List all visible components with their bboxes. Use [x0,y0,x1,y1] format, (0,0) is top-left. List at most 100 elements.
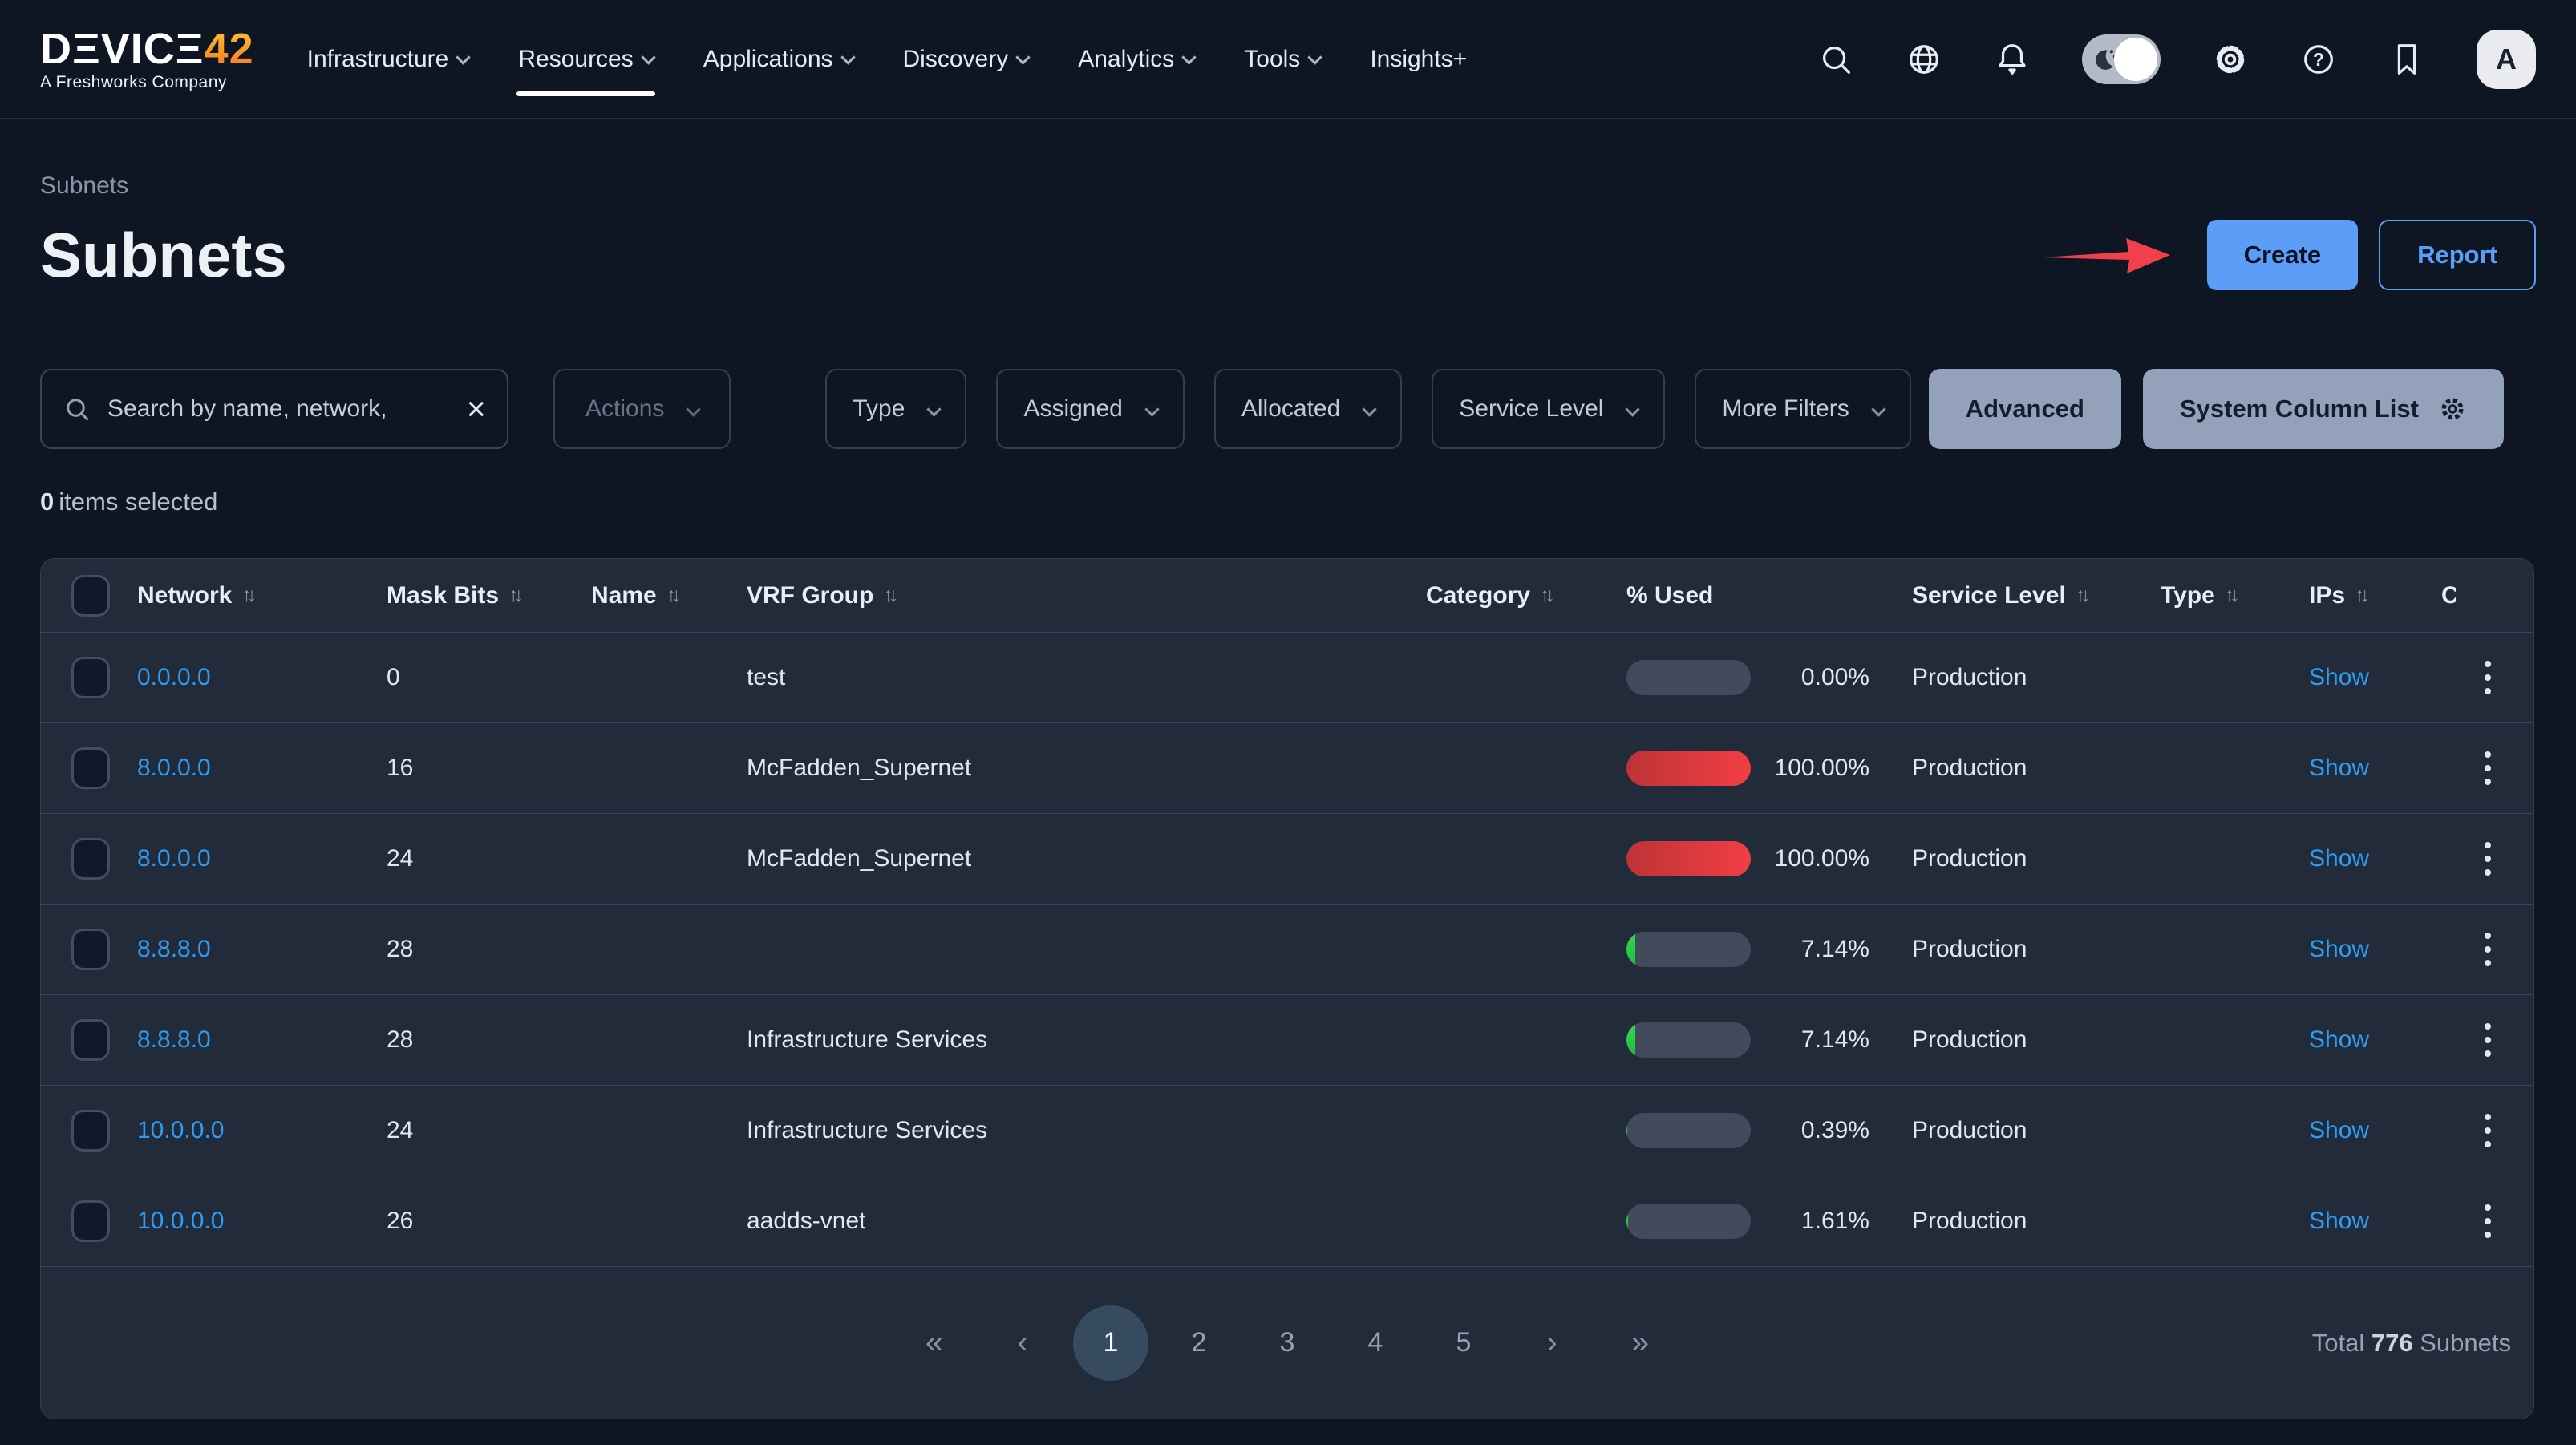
network-link[interactable]: 8.8.8.0 [137,936,387,963]
network-link[interactable]: 8.8.8.0 [137,1026,387,1054]
kebab-menu-icon[interactable] [2472,751,2504,785]
search-input[interactable]: Search by name, network, × [40,369,508,449]
nav-item-applications[interactable]: Applications [703,0,853,119]
advanced-button[interactable]: Advanced [1929,369,2121,449]
report-button[interactable]: Report [2379,220,2536,290]
selection-status: 0items selected [40,488,2536,516]
nav-item-discovery[interactable]: Discovery [903,0,1029,119]
column-header-name[interactable]: Name↑↓ [591,582,747,609]
kebab-dot [2485,1141,2491,1148]
percent-used-cell: 100.00% [1626,751,1912,786]
header-checkbox-cell [41,575,137,617]
percent-used-cell: 1.61% [1626,1204,1912,1239]
row-checkbox[interactable] [71,747,110,789]
filter-dropdown-assigned[interactable]: Assigned [996,369,1184,449]
column-header-mask-bits[interactable]: Mask Bits↑↓ [387,582,591,609]
page-button-3[interactable]: 3 [1250,1305,1325,1381]
ips-show-link[interactable]: Show [2309,936,2441,963]
mask-bits-cell: 26 [387,1208,591,1235]
row-menu-cell [2441,751,2533,785]
nav-item-resources[interactable]: Resources [518,0,653,119]
gear-icon[interactable] [2212,41,2249,78]
help-icon[interactable]: ? [2300,41,2337,78]
previous-page-button[interactable]: ‹ [985,1305,1060,1381]
next-page-button[interactable]: › [1514,1305,1590,1381]
percent-used-value: 1.61% [1751,1208,1869,1235]
topbar-icons: ? A [1817,30,2536,89]
percent-used-cell: 0.39% [1626,1113,1912,1148]
filter-dropdown-allocated[interactable]: Allocated [1214,369,1402,449]
row-checkbox[interactable] [71,929,110,970]
search-icon[interactable] [1817,41,1854,78]
network-link[interactable]: 8.0.0.0 [137,845,387,872]
breadcrumb[interactable]: Subnets [40,172,128,200]
bookmark-icon[interactable] [2388,41,2425,78]
filter-dropdown-more-filters[interactable]: More Filters [1695,369,1910,449]
page-button-4[interactable]: 4 [1338,1305,1413,1381]
filter-dropdown-service-level[interactable]: Service Level [1432,369,1665,449]
network-link[interactable]: 10.0.0.0 [137,1208,387,1235]
nav-item-infrastructure[interactable]: Infrastructure [307,0,469,119]
kebab-menu-icon[interactable] [2472,842,2504,876]
column-header-label: VRF Group [747,582,873,609]
nav-item-insights-[interactable]: Insights+ [1370,0,1467,119]
kebab-menu-icon[interactable] [2472,1114,2504,1148]
sort-icon: ↑↓ [666,584,682,607]
kebab-menu-icon[interactable] [2472,661,2504,694]
clear-search-icon[interactable]: × [456,392,486,426]
row-checkbox[interactable] [71,1200,110,1242]
actions-dropdown[interactable]: Actions [553,369,731,449]
service-level-cell: Production [1912,1208,2161,1235]
network-link[interactable]: 10.0.0.0 [137,1117,387,1144]
ips-show-link[interactable]: Show [2309,664,2441,691]
ips-show-link[interactable]: Show [2309,1026,2441,1054]
column-header-category[interactable]: Category↑↓ [1426,582,1626,609]
create-button[interactable]: Create [2207,220,2359,290]
page-content: Subnets Subnets Create Report Search by … [0,172,2576,1419]
kebab-dot [2485,1023,2491,1030]
kebab-dot [2485,933,2491,939]
select-all-checkbox[interactable] [71,575,110,617]
row-checkbox[interactable] [71,838,110,880]
column-header-network[interactable]: Network↑↓ [137,582,387,609]
row-checkbox-cell [41,657,137,698]
network-link[interactable]: 8.0.0.0 [137,755,387,782]
first-page-button[interactable]: « [897,1305,972,1381]
total-count: Total 776 Subnets [2312,1329,2533,1358]
column-header-vrf-group[interactable]: VRF Group↑↓ [747,582,1426,609]
row-checkbox[interactable] [71,1019,110,1061]
device42-logo[interactable]: DΞVICΞ42 A Freshworks Company [40,26,254,92]
nav-item-tools[interactable]: Tools [1244,0,1320,119]
filter-bar: Search by name, network, × Actions Type A… [40,369,2536,449]
nav-item-analytics[interactable]: Analytics [1078,0,1194,119]
kebab-menu-icon[interactable] [2472,1023,2504,1057]
ips-show-link[interactable]: Show [2309,1117,2441,1144]
percent-used-value: 100.00% [1751,845,1869,872]
filter-dropdown-label: Service Level [1459,395,1603,423]
row-checkbox[interactable] [71,657,110,698]
ips-show-link[interactable]: Show [2309,755,2441,782]
user-avatar[interactable]: A [2477,30,2536,89]
filter-dropdown-label: Allocated [1241,395,1340,423]
ips-show-link[interactable]: Show [2309,1208,2441,1235]
page-button-5[interactable]: 5 [1426,1305,1501,1381]
column-header-type[interactable]: Type↑↓ [2161,582,2309,609]
nav-item-label: Analytics [1078,46,1174,73]
last-page-button[interactable]: » [1602,1305,1678,1381]
row-checkbox[interactable] [71,1110,110,1152]
bell-icon[interactable] [1994,41,2031,78]
filter-dropdown-type[interactable]: Type [825,369,966,449]
filter-dropdown-label: Assigned [1023,395,1122,423]
page-button-1[interactable]: 1 [1073,1305,1148,1381]
column-header-service-level[interactable]: Service Level↑↓ [1912,582,2161,609]
network-link[interactable]: 0.0.0.0 [137,664,387,691]
column-header-ips[interactable]: IPs↑↓ [2309,582,2441,609]
globe-icon[interactable] [1906,41,1942,78]
kebab-menu-icon[interactable] [2472,1204,2504,1238]
dark-mode-toggle[interactable] [2082,34,2161,84]
page-button-2[interactable]: 2 [1161,1305,1237,1381]
column-header-label: Service Level [1912,582,2066,609]
system-column-list-button[interactable]: System Column List [2143,369,2504,449]
kebab-menu-icon[interactable] [2472,933,2504,966]
ips-show-link[interactable]: Show [2309,845,2441,872]
